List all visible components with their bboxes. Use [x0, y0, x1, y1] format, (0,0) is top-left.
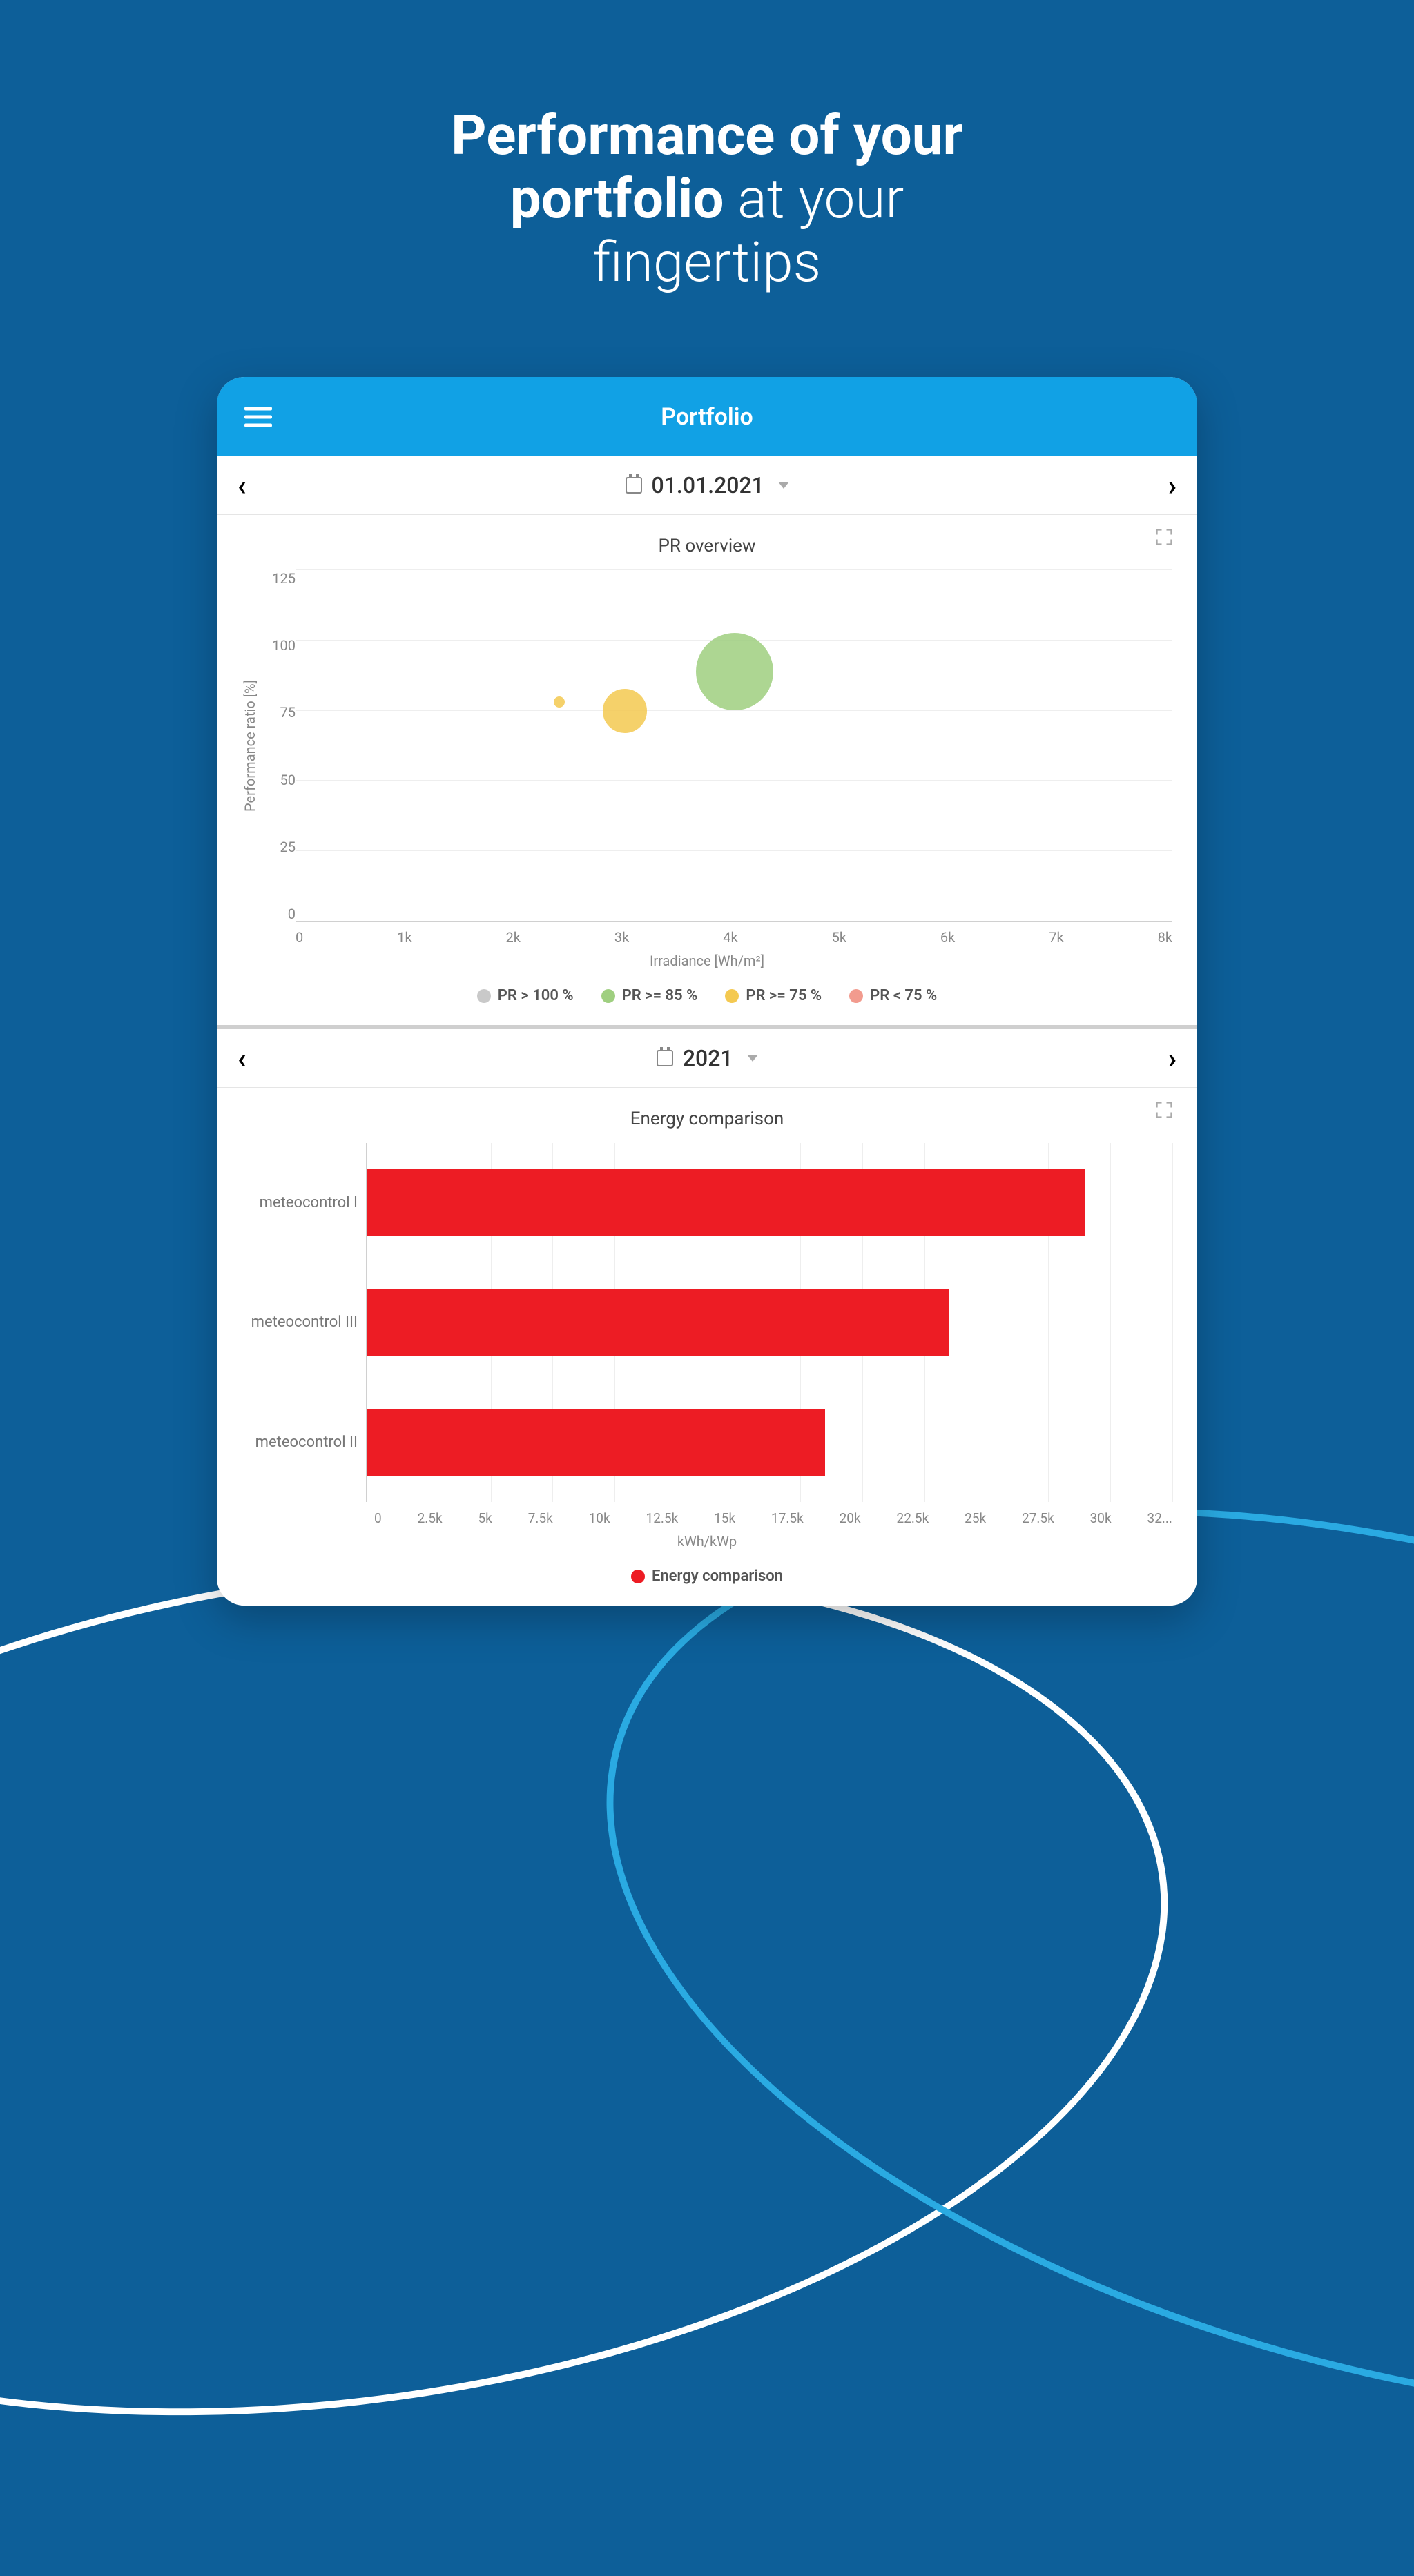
expand-icon[interactable] [1154, 1100, 1174, 1120]
data-point[interactable] [696, 633, 773, 710]
scatter-chart-area: PR overview Performance ratio [%] 125 10… [217, 515, 1197, 1025]
legend-dot-icon [631, 1570, 645, 1583]
legend-dot-icon [601, 989, 615, 1003]
calendar-icon [626, 477, 642, 494]
legend-dot-icon [725, 989, 739, 1003]
device-frame: Portfolio ‹ 01.01.2021 › PR overview Per… [217, 377, 1197, 1606]
chevron-down-icon [747, 1055, 758, 1062]
hero-line2-light: at your [724, 166, 904, 231]
prev-day-button[interactable]: ‹ [238, 469, 246, 502]
date-bar: ‹ 01.01.2021 › [217, 456, 1197, 515]
legend-item[interactable]: Energy comparison [631, 1568, 783, 1585]
hero-title: Performance of your portfolio at your fi… [0, 104, 1414, 294]
next-year-button[interactable]: › [1168, 1042, 1176, 1075]
hero-line1: Performance of your [451, 103, 963, 168]
hero-line2-bold: portfolio [510, 166, 724, 231]
next-day-button[interactable]: › [1168, 469, 1176, 502]
bar[interactable] [367, 1289, 949, 1356]
x-axis-label: Irradiance [Wh/m²] [242, 953, 1172, 969]
legend-item[interactable]: PR >= 75 % [725, 987, 822, 1004]
selected-date: 01.01.2021 [652, 472, 764, 498]
bar-x-label: kWh/kWp [242, 1533, 1172, 1550]
data-point[interactable] [554, 696, 565, 708]
data-point[interactable] [603, 689, 647, 733]
bar-title: Energy comparison [242, 1109, 1172, 1129]
prev-year-button[interactable]: ‹ [238, 1042, 246, 1075]
legend-item[interactable]: PR >= 85 % [601, 987, 698, 1004]
menu-icon[interactable] [244, 402, 272, 431]
bar-categories: meteocontrol I meteocontrol III meteocon… [242, 1143, 366, 1502]
bar-chart-area: Energy comparison meteocontrol I meteoco… [217, 1088, 1197, 1606]
app-title: Portfolio [661, 403, 753, 431]
scatter-title: PR overview [242, 536, 1172, 556]
selected-year: 2021 [683, 1045, 733, 1071]
legend-dot-icon [849, 989, 863, 1003]
expand-icon[interactable] [1154, 527, 1174, 547]
date-picker[interactable]: 01.01.2021 [626, 472, 789, 498]
bar[interactable] [367, 1169, 1085, 1236]
bar-plot [366, 1143, 1172, 1502]
hero-line3: fingertips [593, 230, 821, 295]
year-picker[interactable]: 2021 [657, 1045, 758, 1071]
legend-item[interactable]: PR < 75 % [849, 987, 937, 1004]
x-ticks: 0 1k 2k 3k 4k 5k 6k 7k 8k [296, 929, 1172, 946]
scatter-plot [296, 570, 1172, 922]
legend-dot-icon [477, 989, 491, 1003]
app-header: Portfolio [217, 377, 1197, 456]
legend-item[interactable]: PR > 100 % [477, 987, 574, 1004]
calendar-icon [657, 1050, 673, 1066]
bar-legend: Energy comparison [242, 1568, 1172, 1585]
pr-overview-panel: ‹ 01.01.2021 › PR overview Performance r… [217, 456, 1197, 1029]
chevron-down-icon [778, 482, 789, 489]
scatter-legend: PR > 100 % PR >= 85 % PR >= 75 % PR < 75… [242, 987, 1172, 1004]
year-bar: ‹ 2021 › [217, 1029, 1197, 1088]
y-ticks: 125 100 75 50 25 0 [264, 570, 296, 922]
bar[interactable] [367, 1409, 825, 1476]
energy-comparison-panel: ‹ 2021 › Energy comparison meteocontrol … [217, 1029, 1197, 1606]
bar-x-ticks: 0 2.5k 5k 7.5k 10k 12.5k 15k 17.5k 20k 2… [374, 1510, 1172, 1526]
y-axis-label: Performance ratio [%] [242, 570, 258, 922]
